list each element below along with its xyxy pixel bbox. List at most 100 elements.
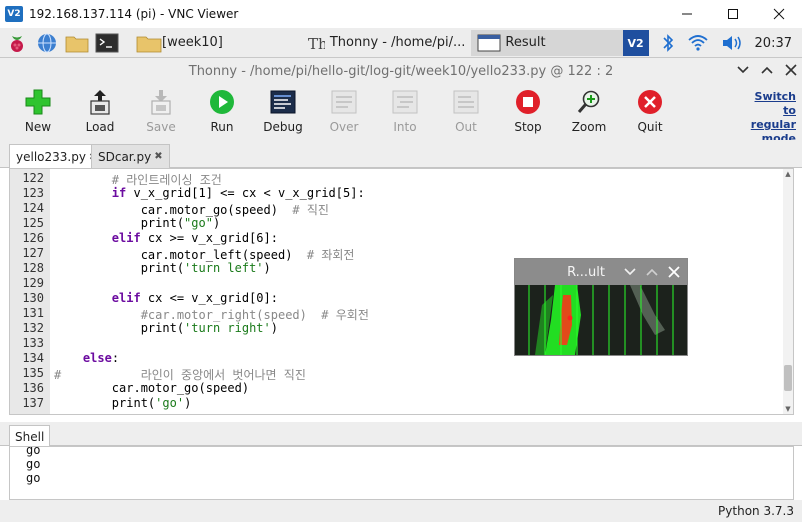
minimize-icon[interactable] [664,0,710,28]
step-into-icon [391,88,419,116]
chevron-up-icon[interactable] [645,267,659,277]
taskbar-task-label: Thonny - /home/pi/... [329,35,466,50]
quit-icon [636,88,664,116]
editor-scrollbar[interactable]: ▲ ▼ [783,169,793,414]
shell-output-line: go [26,457,41,471]
step-out-label: Out [455,120,477,134]
quit-button[interactable]: Quit [622,88,678,136]
volume-icon[interactable] [721,34,743,52]
line-number: 137 [22,396,44,410]
zoom-button[interactable]: Zoom [561,88,617,136]
step-out-button[interactable]: Out [438,88,494,136]
line-number: 135 [22,366,44,380]
chevron-up-icon[interactable] [760,62,774,78]
bluetooth-icon[interactable] [661,33,675,53]
code-line: elif cx <= v_x_grid[0]: [111,291,278,305]
load-button[interactable]: Load [72,88,128,136]
thonny-title-bar: Thonny - /home/pi/hello-git/log-git/week… [0,58,802,84]
interpreter-status[interactable]: Python 3.7.3 [718,504,794,518]
code-line: print("go") [54,216,221,230]
line-number: 134 [22,351,44,365]
tab-shell[interactable]: Shell [9,425,51,447]
thonny-title: Thonny - /home/pi/hello-git/log-git/week… [188,63,614,79]
thonny-icon: Th [308,35,325,52]
quit-label: Quit [637,120,663,134]
shell-console[interactable]: go go go [9,446,794,500]
terminal-icon[interactable] [94,30,120,56]
run-label: Run [210,120,234,134]
code-line: if v_x_grid[1] <= cx < v_x_grid[5]: [111,186,365,200]
taskbar-task-label: [week10] [162,35,223,50]
step-into-label: Into [393,120,417,134]
chevron-down-icon[interactable] [623,267,637,277]
save-button[interactable]: Save [133,88,189,136]
close-icon[interactable] [667,266,681,278]
save-label: Save [146,120,176,134]
load-icon [86,88,114,116]
step-out-icon [452,88,480,116]
line-number-gutter: 122 123 124 125 126 127 128 129 130 131 … [10,169,50,414]
new-icon [24,88,52,116]
toolbar: New Load Save Run Debug Over Into Out St… [0,84,802,140]
vnc-tray-icon[interactable]: V2 [622,30,649,56]
result-window-title-bar[interactable]: R...ult [515,259,687,285]
taskbar-task-thonny[interactable]: Th Thonny - /home/pi/... [301,30,472,56]
step-over-button[interactable]: Over [316,88,372,136]
vnc-title-bar: V2 192.168.137.114 (pi) - VNC Viewer [0,0,802,28]
run-icon [208,88,236,116]
result-window-title: R...ult [567,264,605,280]
camera-frame-image [515,285,687,355]
raspberry-menu-icon[interactable] [4,30,30,56]
window-icon [477,34,501,51]
taskbar-task-week10[interactable]: [week10] [130,30,229,56]
browser-globe-icon[interactable] [34,30,60,56]
editor-tab-bar: yello233.py ✖ SDcar.py ✖ [0,140,802,169]
shell-output-line: go [26,446,41,457]
line-number: 128 [22,261,44,275]
line-number: 130 [22,291,44,305]
vnc-window-title: 192.168.137.114 (pi) - VNC Viewer [29,7,239,21]
debug-button[interactable]: Debug [255,88,311,136]
taskbar-task-result[interactable]: Result [471,29,628,56]
maximize-icon[interactable] [710,0,756,28]
stop-label: Stop [514,120,542,134]
line-number: 133 [22,336,44,350]
stop-button[interactable]: Stop [500,88,556,136]
stop-icon [514,88,542,116]
tab-sdcar[interactable]: SDcar.py ✖ [91,144,170,168]
zoom-label: Zoom [571,120,607,134]
code-line: print('go') [54,396,192,410]
debug-label: Debug [263,120,303,134]
wifi-icon[interactable] [687,34,709,52]
close-icon[interactable] [784,62,798,78]
debug-icon [269,88,297,116]
close-icon[interactable] [756,0,802,28]
scroll-down-arrow-icon[interactable]: ▼ [784,405,792,413]
code-line: print('turn left') [54,261,271,275]
save-icon [147,88,175,116]
file-manager-icon[interactable] [64,30,90,56]
new-button[interactable]: New [10,88,66,136]
scroll-up-arrow-icon[interactable]: ▲ [784,170,792,178]
run-button[interactable]: Run [194,88,250,136]
result-window[interactable]: R...ult [514,258,688,356]
code-line: else: [82,351,120,365]
shell-output-line: go [26,471,41,485]
tab-close-icon[interactable]: ✖ [154,151,162,162]
line-number: 122 [22,171,44,185]
step-over-label: Over [329,120,359,134]
new-label: New [24,120,52,134]
switch-mode-link[interactable]: Switch to regular mode [746,90,796,146]
load-label: Load [85,120,115,134]
line-number: 132 [22,321,44,335]
chevron-down-icon[interactable] [736,62,750,78]
step-over-icon [330,88,358,116]
line-number: 124 [22,201,44,215]
code-line: car.motor_go(speed) [54,381,250,395]
step-into-button[interactable]: Into [377,88,433,136]
shell-tab-bar: Shell [0,422,802,447]
line-number: 123 [22,186,44,200]
code-line: elif cx >= v_x_grid[6]: [111,231,278,245]
tab-label: yello233.py [16,150,86,164]
scrollbar-thumb[interactable] [784,365,792,391]
